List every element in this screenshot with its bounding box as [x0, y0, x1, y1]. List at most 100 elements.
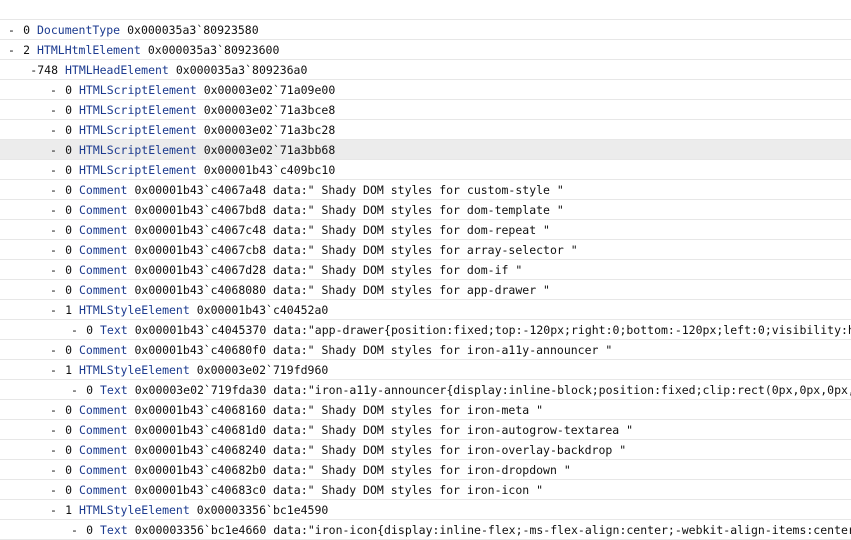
- tree-row[interactable]: -0 Text 0x00003e02`719fda30 data:"iron-a11y…: [0, 380, 851, 400]
- expand-marker[interactable]: -: [50, 140, 64, 159]
- tree-row[interactable]: -0 DocumentType 0x000035a3`80923580: [0, 20, 851, 40]
- tree-row[interactable]: -0 Comment 0x00001b43`c4067cb8 data:" Shady…: [0, 240, 851, 260]
- node-type: HTMLScriptElement: [79, 163, 197, 177]
- expand-marker[interactable]: -: [50, 260, 64, 279]
- expand-marker[interactable]: -: [50, 180, 64, 199]
- expand-marker[interactable]: -: [50, 200, 64, 219]
- child-count: 0: [65, 103, 72, 117]
- node-type: Comment: [79, 223, 128, 237]
- tree-row[interactable]: -0 Comment 0x00001b43`c4068240 data:" Shady…: [0, 440, 851, 460]
- node-address: 0x00001b43`c4068240: [134, 443, 267, 457]
- node-address: 0x00001b43`c4067bd8: [134, 203, 267, 217]
- child-count: 0: [86, 523, 93, 537]
- child-count: 0: [65, 183, 72, 197]
- tree-row[interactable]: -0 HTMLScriptElement 0x00003e02`71a3bce8: [0, 100, 851, 120]
- node-address: 0x00001b43`c4067a48: [134, 183, 267, 197]
- tree-row[interactable]: -0 HTMLScriptElement 0x00003e02`71a3bc28: [0, 120, 851, 140]
- node-address: 0x00001b43`c40452a0: [196, 303, 329, 317]
- child-count: 0: [65, 123, 72, 137]
- expand-marker[interactable]: -: [50, 340, 64, 359]
- node-data-value: data:"app-drawer{position:fixed;top:-120…: [273, 323, 851, 337]
- child-count: 0: [86, 323, 93, 337]
- expand-marker[interactable]: -: [8, 20, 22, 39]
- tree-row[interactable]: -0 Comment 0x00001b43`c4067bd8 data:" Shady…: [0, 200, 851, 220]
- tree-rows-container: -0 DocumentType 0x000035a3`80923580-2 HTMLH…: [0, 20, 851, 540]
- node-type: HTMLHtmlElement: [37, 43, 141, 57]
- node-address: 0x00001b43`c40680f0: [134, 343, 267, 357]
- node-data-value: data:" Shady DOM styles for iron-autogro…: [273, 423, 634, 437]
- tree-row[interactable]: -1 HTMLStyleElement 0x00001b43`c40452a0: [0, 300, 851, 320]
- tree-row[interactable]: -2 HTMLHtmlElement 0x000035a3`80923600: [0, 40, 851, 60]
- expand-marker[interactable]: -: [50, 100, 64, 119]
- tree-row[interactable]: -0 Comment 0x00001b43`c4067c48 data:" Shady…: [0, 220, 851, 240]
- child-count: 0: [86, 383, 93, 397]
- node-address: 0x00003e02`71a3bc28: [203, 123, 336, 137]
- tree-row[interactable]: -748 HTMLHeadElement 0x000035a3`809236a0: [0, 60, 851, 80]
- expand-marker[interactable]: -: [50, 480, 64, 499]
- node-address: 0x000035a3`80923600: [147, 43, 280, 57]
- expand-marker[interactable]: -: [50, 120, 64, 139]
- tree-row[interactable]: -0 Comment 0x00001b43`c40681d0 data:" Shady…: [0, 420, 851, 440]
- node-type: Comment: [79, 343, 128, 357]
- tree-row[interactable]: -0 Comment 0x00001b43`c40683c0 data:" Shady…: [0, 480, 851, 500]
- tree-row[interactable]: -0 Comment 0x00001b43`c4068080 data:" Shady…: [0, 280, 851, 300]
- expand-marker[interactable]: -: [50, 240, 64, 259]
- child-count: 0: [65, 483, 72, 497]
- tree-row[interactable]: -0 Comment 0x00001b43`c4068160 data:" Shady…: [0, 400, 851, 420]
- expand-marker[interactable]: -: [71, 520, 85, 539]
- node-address: 0x00003e02`71a3bce8: [203, 103, 336, 117]
- tree-row[interactable]: -0 HTMLScriptElement 0x00003e02`71a3bb68: [0, 140, 851, 160]
- expand-marker[interactable]: -: [50, 80, 64, 99]
- node-type: HTMLScriptElement: [79, 143, 197, 157]
- node-address: 0x00003356`bc1e4590: [196, 503, 329, 517]
- node-address: 0x00001b43`c4068160: [134, 403, 267, 417]
- tree-row[interactable]: -1 HTMLStyleElement 0x00003356`bc1e4590: [0, 500, 851, 520]
- node-data-value: data:" Shady DOM styles for dom-repeat ": [273, 223, 550, 237]
- node-address: 0x00001b43`c4068080: [134, 283, 267, 297]
- node-address: 0x00001b43`c40682b0: [134, 463, 267, 477]
- expand-marker[interactable]: -: [71, 320, 85, 339]
- tree-row[interactable]: -0 HTMLScriptElement 0x00001b43`c409bc10: [0, 160, 851, 180]
- dom-tree-view[interactable]: 2HTMLDocument0x000035a3`809227d0URL:http…: [0, 0, 851, 540]
- tree-row[interactable]: -0 Comment 0x00001b43`c4067d28 data:" Shady…: [0, 260, 851, 280]
- node-data-value: data:" Shady DOM styles for custom-style…: [273, 183, 564, 197]
- node-data-value: data:" Shady DOM styles for dom-if ": [273, 263, 523, 277]
- node-address: 0x00001b43`c4045370: [134, 323, 267, 337]
- child-count: 0: [65, 263, 72, 277]
- child-count: 0: [65, 83, 72, 97]
- expand-marker[interactable]: -: [71, 380, 85, 399]
- tree-row[interactable]: -1 HTMLStyleElement 0x00003e02`719fd960: [0, 360, 851, 380]
- node-address: 0x00001b43`c40681d0: [134, 423, 267, 437]
- child-count: 0: [65, 463, 72, 477]
- expand-marker[interactable]: -: [50, 420, 64, 439]
- expand-marker[interactable]: -: [50, 160, 64, 179]
- node-data-value: data:" Shady DOM styles for iron-icon ": [273, 483, 544, 497]
- child-count: 0: [65, 143, 72, 157]
- node-data-value: data:" Shady DOM styles for array-select…: [273, 243, 578, 257]
- node-address: 0x00001b43`c409bc10: [203, 163, 336, 177]
- tree-row[interactable]: -0 Comment 0x00001b43`c40680f0 data:" Shady…: [0, 340, 851, 360]
- expand-marker[interactable]: -: [8, 40, 22, 59]
- expand-marker[interactable]: -: [50, 300, 64, 319]
- node-type: Comment: [79, 483, 128, 497]
- expand-marker[interactable]: -: [50, 440, 64, 459]
- expand-marker[interactable]: -: [50, 460, 64, 479]
- node-type: Text: [100, 323, 128, 337]
- expand-marker[interactable]: -: [50, 220, 64, 239]
- tree-row[interactable]: -0 Text 0x00003356`bc1e4660 data:"iron-icon…: [0, 520, 851, 540]
- tree-row[interactable]: -0 Comment 0x00001b43`c40682b0 data:" Shady…: [0, 460, 851, 480]
- tree-row[interactable]: -0 HTMLScriptElement 0x00003e02`71a09e00: [0, 80, 851, 100]
- expand-marker[interactable]: -: [50, 400, 64, 419]
- child-count: 0: [23, 23, 30, 37]
- child-count: 0: [65, 423, 72, 437]
- node-address: 0x00001b43`c4067d28: [134, 263, 267, 277]
- node-type: Comment: [79, 443, 128, 457]
- node-data-value: data:" Shady DOM styles for app-drawer ": [273, 283, 550, 297]
- expand-marker[interactable]: -: [50, 360, 64, 379]
- tree-row[interactable]: -0 Text 0x00001b43`c4045370 data:"app-drawe…: [0, 320, 851, 340]
- expand-marker[interactable]: -: [50, 280, 64, 299]
- tree-row-root[interactable]: 2HTMLDocument0x000035a3`809227d0URL:http…: [0, 0, 851, 20]
- tree-row[interactable]: -0 Comment 0x00001b43`c4067a48 data:" Shady…: [0, 180, 851, 200]
- expand-marker[interactable]: -: [50, 500, 64, 519]
- node-data-value: data:"iron-icon{display:inline-flex;-ms-…: [273, 523, 851, 537]
